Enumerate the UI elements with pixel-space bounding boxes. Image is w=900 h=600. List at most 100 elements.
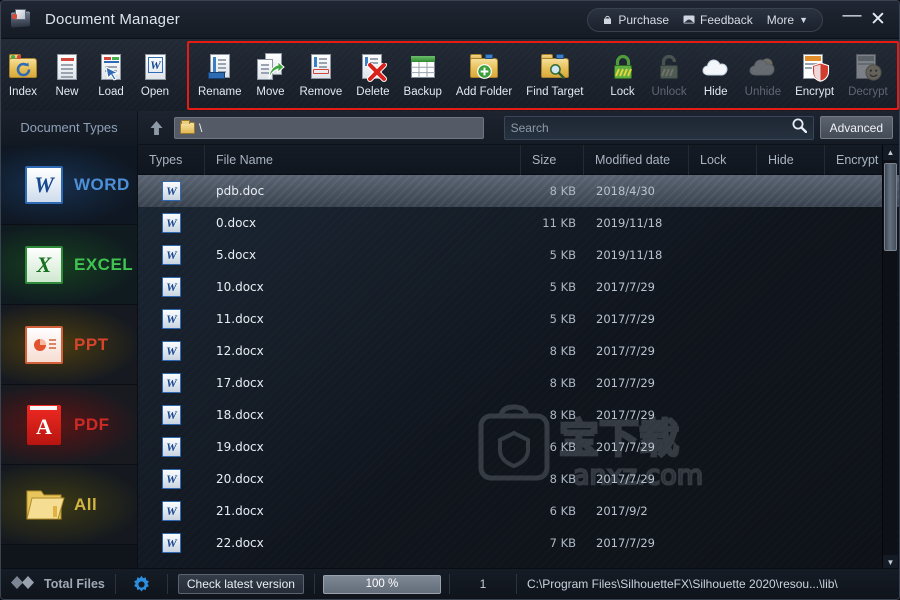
file-hide-cell xyxy=(757,495,825,527)
toolbar-button-find-target[interactable]: Find Target xyxy=(519,39,590,111)
file-size-cell: 8 KB xyxy=(549,376,576,390)
toolbar-button-lock[interactable]: Lock xyxy=(601,39,645,111)
settings-button[interactable] xyxy=(116,569,167,600)
file-list-header: Types File Name Size Modified date Lock … xyxy=(138,144,899,175)
toolbar-button-unlock[interactable]: Unlock xyxy=(645,39,694,111)
minimize-button[interactable]: — xyxy=(839,5,865,27)
file-hide-cell xyxy=(757,271,825,303)
file-name-cell: pdb.doc xyxy=(216,184,265,198)
toolbar-button-new[interactable]: New xyxy=(45,39,89,111)
file-lock-cell xyxy=(689,239,757,271)
vertical-scrollbar[interactable]: ▲ ▼ xyxy=(882,145,898,570)
file-size-cell: 7 KB xyxy=(549,536,576,550)
folder-icon xyxy=(180,119,195,134)
table-row[interactable]: W 20.docx 8 KB 2017/7/29 xyxy=(138,463,899,495)
toolbar-button-delete[interactable]: Delete xyxy=(349,39,396,111)
scroll-up-icon[interactable]: ▲ xyxy=(883,145,898,160)
word-file-icon: W xyxy=(162,405,181,425)
decrypt-icon xyxy=(853,52,883,82)
file-hide-cell xyxy=(757,399,825,431)
column-header-hide[interactable]: Hide xyxy=(757,144,825,175)
toolbar-label: Delete xyxy=(356,86,390,98)
delete-icon xyxy=(358,52,388,82)
file-lock-cell xyxy=(689,463,757,495)
column-header-lock[interactable]: Lock xyxy=(689,144,757,175)
search-input[interactable]: Search xyxy=(503,115,814,140)
column-header-modified-date[interactable]: Modified date xyxy=(584,144,689,175)
path-input[interactable]: \ xyxy=(174,116,484,139)
advanced-search-button[interactable]: Advanced xyxy=(819,116,893,139)
table-row[interactable]: W 12.docx 8 KB 2017/7/29 xyxy=(138,335,899,367)
backup-icon xyxy=(408,52,438,82)
title-bar-actions: Purchase Feedback More ▼ — ✕ xyxy=(587,5,899,32)
column-header-size[interactable]: Size xyxy=(521,144,584,175)
table-row[interactable]: Wpdb.doc 8 KB 2018/4/30 xyxy=(138,175,899,207)
toolbar-button-decrypt[interactable]: Decrypt xyxy=(841,39,895,111)
sidebar-item-label: PPT xyxy=(74,334,109,354)
up-arrow-icon[interactable] xyxy=(138,111,174,145)
table-row[interactable]: W 11.docx 5 KB 2017/7/29 xyxy=(138,303,899,335)
file-type-cell: W xyxy=(138,431,205,463)
close-button[interactable]: ✕ xyxy=(865,8,891,31)
toolbar-button-rename[interactable]: Rename xyxy=(191,39,248,111)
file-list-rows: Wpdb.doc 8 KB 2018/4/30 W 0.docx 11 KB 2019/11… xyxy=(138,175,899,570)
progress-bar: 100 % xyxy=(322,574,441,594)
toolbar-button-open[interactable]: W Open xyxy=(133,39,177,111)
word-file-icon: W xyxy=(162,277,181,297)
cloud-unhide-icon xyxy=(748,52,778,82)
word-icon: W xyxy=(23,164,65,206)
search-icon[interactable] xyxy=(792,118,807,138)
toolbar-button-index[interactable]: Index xyxy=(1,39,45,111)
file-name-cell: 10.docx xyxy=(216,280,264,294)
toolbar-button-load[interactable]: Load xyxy=(89,39,133,111)
file-name-cell: 20.docx xyxy=(216,472,264,486)
toolbar-button-backup[interactable]: Backup xyxy=(397,39,449,111)
check-version-wrap: Check latest version xyxy=(168,569,314,600)
toolbar-button-remove[interactable]: Remove xyxy=(292,39,349,111)
toolbar-button-unhide[interactable]: Unhide xyxy=(738,39,788,111)
column-header-encrypt[interactable]: Encrypt xyxy=(825,145,885,175)
file-hide-cell xyxy=(757,431,825,463)
toolbar-button-encrypt[interactable]: Encrypt xyxy=(788,39,841,111)
diamond-icon xyxy=(11,576,37,592)
table-row[interactable]: W 18.docx 8 KB 2017/7/29 xyxy=(138,399,899,431)
table-row[interactable]: W 10.docx 5 KB 2017/7/29 xyxy=(138,271,899,303)
status-divider xyxy=(313,574,315,594)
sidebar-item-all[interactable]: All xyxy=(1,465,137,545)
more-menu-button[interactable]: More ▼ xyxy=(767,13,808,27)
table-row[interactable]: W 21.docx 6 KB 2017/9/2 xyxy=(138,495,899,527)
sidebar-item-label: All xyxy=(74,494,98,514)
table-row[interactable]: W 17.docx 8 KB 2017/7/29 xyxy=(138,367,899,399)
toolbar-button-add-folder[interactable]: Add Folder xyxy=(449,39,519,111)
column-header-types[interactable]: Types xyxy=(138,144,205,175)
file-date-cell: 2017/7/29 xyxy=(596,344,655,358)
sidebar-item-ppt[interactable]: PPT xyxy=(1,305,137,385)
main-toolbar: Index New Load W Open Rename Move Remove… xyxy=(1,39,899,111)
file-name-cell: 18.docx xyxy=(216,408,264,422)
new-document-icon xyxy=(52,52,82,82)
table-row[interactable]: W 22.docx 7 KB 2017/7/29 xyxy=(138,527,899,559)
table-row[interactable]: W 19.docx 6 KB 2017/7/29 xyxy=(138,431,899,463)
feedback-button[interactable]: Feedback xyxy=(683,13,753,27)
scrollbar-thumb[interactable] xyxy=(884,163,897,251)
file-type-cell: W xyxy=(138,303,205,335)
file-hide-cell xyxy=(757,527,825,559)
toolbar-button-hide[interactable]: Hide xyxy=(694,39,738,111)
check-latest-version-button[interactable]: Check latest version xyxy=(177,574,304,594)
file-type-cell: W xyxy=(138,175,205,207)
toolbar-label: Unhide xyxy=(744,86,782,98)
feedback-label: Feedback xyxy=(700,12,753,27)
column-header-file-name[interactable]: File Name xyxy=(205,144,521,175)
table-row[interactable]: W 0.docx 11 KB 2019/11/18 xyxy=(138,207,899,239)
purchase-button[interactable]: Purchase xyxy=(602,13,669,27)
toolbar-label: Index xyxy=(8,86,38,98)
sidebar-item-pdf[interactable]: A PDF xyxy=(1,385,137,465)
sidebar-item-word[interactable]: W WORD xyxy=(1,145,137,225)
toolbar-button-move[interactable]: Move xyxy=(248,39,292,111)
pdf-icon: A xyxy=(23,404,65,446)
sidebar-item-excel[interactable]: X EXCEL xyxy=(1,225,137,305)
file-name-cell: 22.docx xyxy=(216,536,264,550)
toolbar-group-protect: Lock Unlock Hide Unhide Encrypt Decrypt xyxy=(601,39,895,111)
toolbar-group-manage: Rename Move Remove Delete Backup Add Fol… xyxy=(191,39,591,111)
table-row[interactable]: W 5.docx 5 KB 2019/11/18 xyxy=(138,239,899,271)
